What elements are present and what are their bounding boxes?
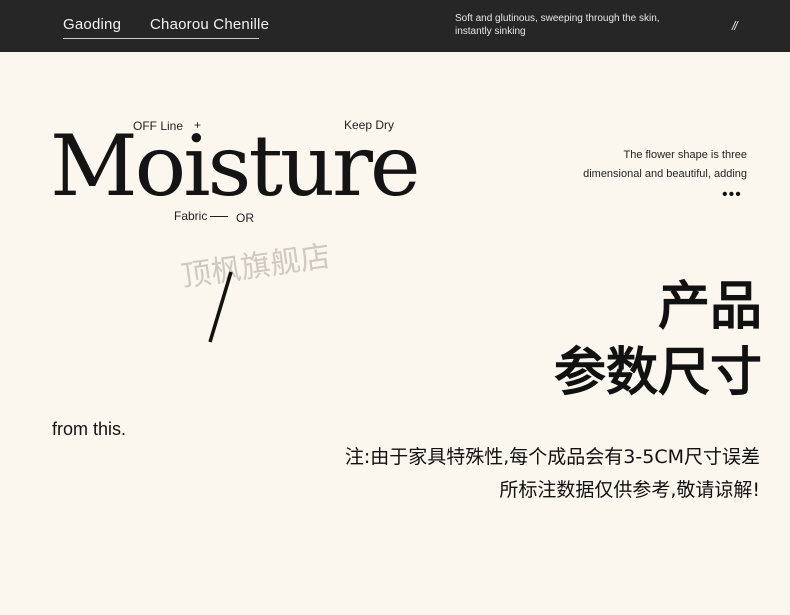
fabric-dash [210, 216, 228, 217]
fabric-label: Fabric [174, 209, 208, 223]
banner-tagline: Soft and glutinous, sweeping through the… [455, 13, 660, 37]
brand-name-gaoding: Gaoding [63, 16, 122, 33]
ellipsis-dots-icon: ••• [722, 186, 742, 203]
top-banner: Gaoding Chaorou Chenille Soft and glutin… [0, 0, 790, 52]
brand-underline [63, 38, 259, 39]
product-detail-page: Gaoding Chaorou Chenille Soft and glutin… [0, 0, 790, 615]
description-line-1: The flower shape is three [623, 149, 747, 161]
product-parameters-heading: 产品 参数尺寸 [554, 274, 762, 406]
flower-description: The flower shape is three dimensional an… [527, 146, 747, 184]
slash-stroke-icon [208, 271, 233, 343]
description-line-2: dimensional and beautiful, adding [583, 168, 747, 180]
heading-line-1: 产品 [657, 277, 762, 337]
note-line-2: 所标注数据仅供参考,敬请谅解! [499, 479, 760, 501]
moisture-title: Moisture [50, 117, 421, 215]
banner-slashes: // [732, 19, 738, 33]
from-this-text: from this. [52, 419, 127, 439]
size-note: 注:由于家具特殊性,每个成品会有3-5CM尺寸误差 所标注数据仅供参考,敬请谅解… [345, 441, 760, 507]
heading-line-2: 参数尺寸 [553, 343, 762, 403]
or-label: OR [236, 211, 254, 225]
brand-name-chaorou-chenille: Chaorou Chenille [150, 16, 270, 33]
store-watermark: 顶枫旗舰店 [179, 239, 333, 295]
note-line-1: 注:由于家具特殊性,每个成品会有3-5CM尺寸误差 [344, 446, 760, 468]
